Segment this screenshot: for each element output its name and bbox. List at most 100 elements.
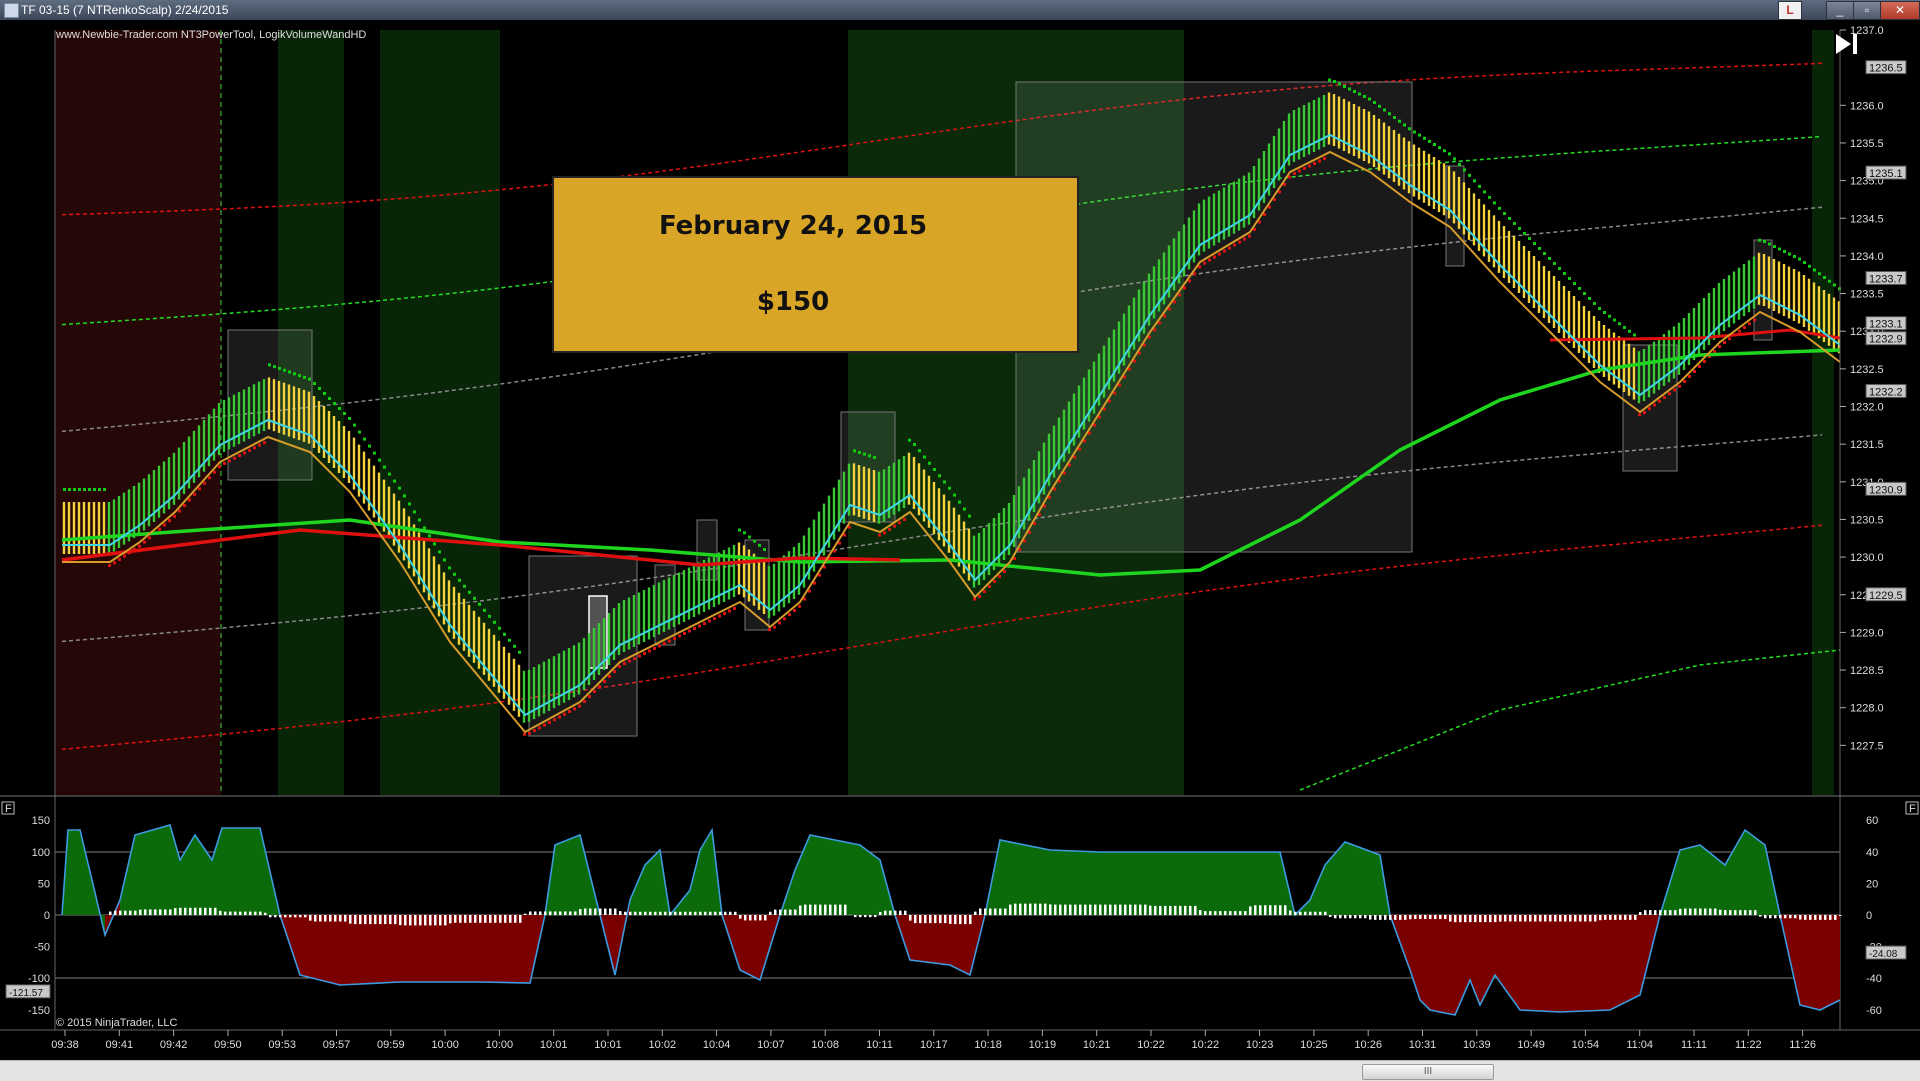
volume-bar bbox=[1349, 915, 1352, 918]
volume-bar bbox=[1604, 915, 1607, 920]
time-tick-label: 10:18 bbox=[974, 1039, 1002, 1051]
volume-bar bbox=[1544, 915, 1547, 922]
volume-bar bbox=[1414, 915, 1417, 919]
chart-canvas[interactable]: www.Newbie-Trader.com NT3PowerTool, Logi… bbox=[0, 20, 1920, 1060]
volume-bar bbox=[544, 911, 547, 915]
time-tick-label: 10:01 bbox=[594, 1039, 622, 1051]
volume-bar bbox=[1534, 915, 1537, 922]
volume-bar bbox=[294, 915, 297, 917]
osc-right-tick-label: 40 bbox=[1866, 847, 1878, 859]
volume-bar bbox=[1344, 915, 1347, 918]
volume-bar bbox=[1819, 915, 1822, 920]
volume-bar bbox=[464, 915, 467, 923]
volume-bar bbox=[714, 912, 717, 915]
volume-bar bbox=[1139, 905, 1142, 915]
volume-bar bbox=[204, 908, 207, 915]
volume-bar bbox=[454, 915, 457, 923]
volume-bar bbox=[854, 915, 857, 917]
volume-bar bbox=[1674, 910, 1677, 915]
volume-bar bbox=[219, 911, 222, 915]
volume-bar bbox=[739, 915, 742, 919]
volume-bar bbox=[619, 911, 622, 915]
volume-bar bbox=[599, 909, 602, 916]
volume-bar bbox=[884, 911, 887, 915]
volume-bar bbox=[529, 911, 532, 915]
horizontal-scrollbar[interactable]: III bbox=[0, 1060, 1920, 1081]
volume-bar bbox=[1154, 906, 1157, 915]
volume-bar bbox=[1419, 915, 1422, 919]
volume-bar bbox=[1749, 910, 1752, 915]
link-button[interactable]: L bbox=[1778, 1, 1802, 20]
volume-bar bbox=[614, 909, 617, 916]
volume-bar bbox=[424, 915, 427, 925]
volume-bar bbox=[489, 915, 492, 923]
volume-bar bbox=[634, 912, 637, 915]
volume-bar bbox=[924, 915, 927, 923]
volume-bar bbox=[409, 915, 412, 925]
volume-bar bbox=[909, 915, 912, 921]
volume-bar bbox=[814, 905, 817, 915]
skip-to-end-icon[interactable] bbox=[1836, 34, 1857, 54]
volume-bar bbox=[999, 909, 1002, 916]
volume-bar bbox=[604, 909, 607, 916]
volume-bar bbox=[1239, 911, 1242, 915]
volume-bar bbox=[939, 915, 942, 923]
volume-bar bbox=[144, 909, 147, 915]
close-icon[interactable]: ✕ bbox=[1880, 1, 1920, 20]
volume-bar bbox=[759, 915, 762, 920]
minimize-icon[interactable]: _ bbox=[1826, 1, 1854, 20]
volume-bar bbox=[1329, 915, 1332, 917]
volume-bar bbox=[1579, 915, 1582, 922]
volume-bar bbox=[1044, 904, 1047, 915]
time-tick-label: 09:41 bbox=[106, 1039, 134, 1051]
volume-bar bbox=[444, 915, 447, 925]
volume-bar bbox=[1634, 915, 1637, 920]
volume-bar bbox=[1469, 915, 1472, 922]
volume-bar bbox=[269, 915, 272, 917]
volume-bar bbox=[584, 909, 587, 916]
volume-bar bbox=[1134, 905, 1137, 915]
volume-bar bbox=[334, 915, 337, 922]
volume-bar bbox=[1709, 909, 1712, 916]
volume-bar bbox=[509, 915, 512, 923]
volume-bar bbox=[179, 908, 182, 915]
price-tick-label: 1232.5 bbox=[1850, 364, 1884, 376]
volume-bar bbox=[449, 915, 452, 923]
volume-bar bbox=[474, 915, 477, 923]
volume-bar bbox=[1459, 915, 1462, 922]
volume-bar bbox=[1714, 909, 1717, 916]
osc-right-tick-label: 60 bbox=[1866, 815, 1878, 827]
volume-bar bbox=[164, 909, 167, 915]
price-marker-label: 1233.7 bbox=[1869, 273, 1903, 285]
volume-bar bbox=[969, 915, 972, 924]
time-tick-label: 10:00 bbox=[431, 1039, 459, 1051]
volume-bar bbox=[1304, 912, 1307, 915]
volume-bar bbox=[119, 911, 122, 915]
volume-bar bbox=[304, 915, 307, 917]
volume-bar bbox=[1594, 915, 1597, 922]
volume-bar bbox=[1269, 905, 1272, 915]
volume-bar bbox=[1549, 915, 1552, 922]
osc-left-tick-label: -150 bbox=[28, 1005, 50, 1017]
volume-bar bbox=[1409, 915, 1412, 919]
time-tick-label: 10:26 bbox=[1354, 1039, 1382, 1051]
volume-bar bbox=[329, 915, 332, 922]
volume-bar bbox=[1074, 905, 1077, 915]
volume-bar bbox=[1614, 915, 1617, 920]
volume-bar bbox=[1399, 915, 1402, 920]
price-tick-label: 1228.0 bbox=[1850, 703, 1884, 715]
volume-bar bbox=[244, 912, 247, 915]
volume-bar bbox=[344, 915, 347, 922]
scrollbar-thumb[interactable]: III bbox=[1362, 1064, 1494, 1080]
price-tick-label: 1235.5 bbox=[1850, 138, 1884, 150]
volume-bar bbox=[659, 912, 662, 915]
volume-bar bbox=[1719, 910, 1722, 915]
volume-bar bbox=[1814, 915, 1817, 920]
maximize-icon[interactable]: ▫ bbox=[1853, 1, 1881, 20]
time-tick-label: 10:25 bbox=[1300, 1039, 1328, 1051]
volume-bar bbox=[1554, 915, 1557, 922]
volume-bar bbox=[134, 911, 137, 915]
volume-bar bbox=[904, 911, 907, 915]
volume-bar bbox=[1754, 910, 1757, 915]
time-tick-label: 09:50 bbox=[214, 1039, 242, 1051]
